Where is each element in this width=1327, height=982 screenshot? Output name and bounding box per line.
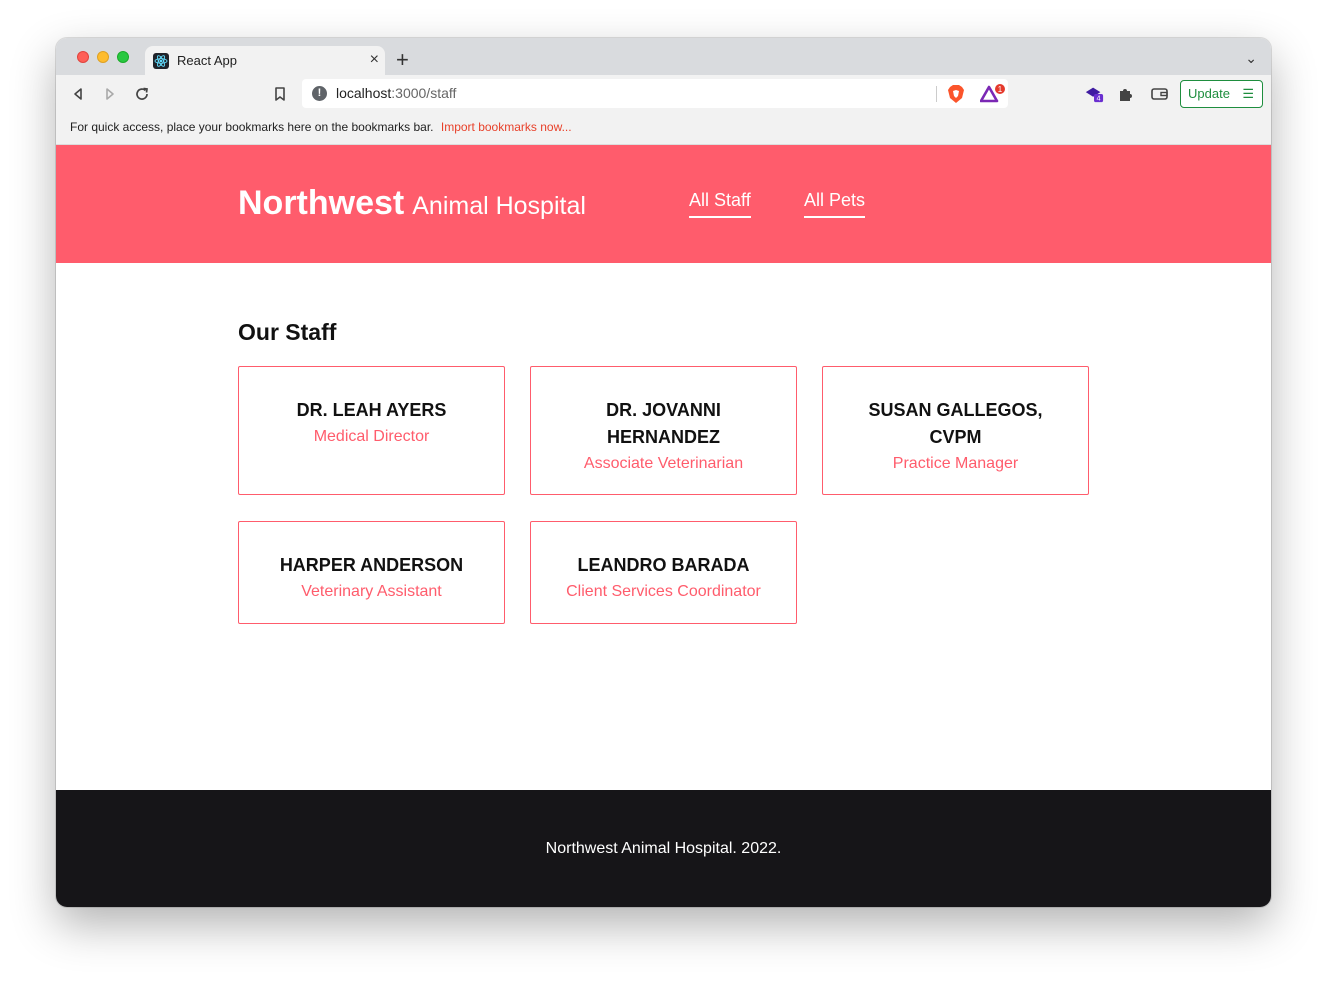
update-label: Update xyxy=(1188,86,1230,101)
staff-role: Associate Veterinarian xyxy=(583,455,744,472)
bookmark-icon[interactable] xyxy=(270,84,290,104)
minimize-window-button[interactable] xyxy=(97,51,109,63)
staff-card[interactable]: HARPER ANDERSON Veterinary Assistant xyxy=(238,521,505,624)
maximize-window-button[interactable] xyxy=(117,51,129,63)
nav-all-staff[interactable]: All Staff xyxy=(689,190,751,218)
page-title: Our Staff xyxy=(238,319,337,345)
react-logo-icon xyxy=(153,53,169,69)
new-tab-button[interactable]: + xyxy=(396,48,409,72)
staff-name: HARPER ANDERSON xyxy=(279,555,464,575)
brave-rewards-icon[interactable]: 1 xyxy=(979,84,1006,109)
staff-card[interactable]: DR. LEAH AYERS Medical Director xyxy=(238,366,505,495)
tab-strip: React App × + ⌄ xyxy=(56,38,1271,75)
staff-role: Veterinary Assistant xyxy=(301,583,442,600)
omnibox-divider xyxy=(936,86,937,102)
url-text: localhost:3000/staff xyxy=(336,85,456,101)
close-window-button[interactable] xyxy=(77,51,89,63)
nav-all-pets[interactable]: All Pets xyxy=(804,190,866,218)
staff-card[interactable]: SUSAN GALLEGOS, CVPM Practice Manager xyxy=(822,366,1089,495)
rewards-badge: 1 xyxy=(998,85,1003,94)
staff-name: LEANDRO BARADA xyxy=(577,555,750,575)
wallet-crypto-icon[interactable]: 4 xyxy=(1084,84,1104,104)
wallet-badge: 4 xyxy=(1097,93,1101,102)
site-footer: Northwest Animal Hospital. 2022. xyxy=(56,790,1271,907)
import-bookmarks-link[interactable]: Import bookmarks now... xyxy=(441,120,572,134)
address-bar[interactable]: ! localhost:3000/staff 1 xyxy=(302,79,1008,108)
brand-subtitle: Animal Hospital xyxy=(412,192,586,220)
staff-role: Client Services Coordinator xyxy=(566,583,761,600)
staff-name: SUSAN GALLEGOS, CVPM xyxy=(868,400,1043,447)
web-page: Northwest Animal Hospital All Staff All P… xyxy=(56,145,1271,907)
staff-card[interactable]: DR. JOVANNI HERNANDEZ Associate Veterina… xyxy=(530,366,797,495)
staff-card[interactable]: LEANDRO BARADA Client Services Coordinat… xyxy=(530,521,797,624)
update-button[interactable]: Update ☰ xyxy=(1180,80,1263,108)
bookmarks-hint: For quick access, place your bookmarks h… xyxy=(70,120,434,134)
brand-name: Northwest xyxy=(238,184,405,222)
staff-role: Practice Manager xyxy=(892,455,1019,472)
site-info-icon[interactable]: ! xyxy=(312,86,327,101)
staff-name: DR. JOVANNI HERNANDEZ xyxy=(606,400,721,447)
wallet-icon[interactable] xyxy=(1150,84,1170,104)
browser-toolbar: ! localhost:3000/staff 1 4 Update ☰ xyxy=(56,75,1271,113)
site-header: Northwest Animal Hospital All Staff All P… xyxy=(56,145,1271,263)
footer-text: Northwest Animal Hospital. 2022. xyxy=(545,840,782,857)
url-path: :3000/staff xyxy=(391,85,457,101)
tab-react-app[interactable]: React App × xyxy=(145,46,385,75)
forward-icon[interactable] xyxy=(100,84,120,104)
back-icon[interactable] xyxy=(68,84,88,104)
extensions-puzzle-icon[interactable] xyxy=(1116,84,1136,104)
bookmarks-bar: For quick access, place your bookmarks h… xyxy=(56,113,1271,145)
url-host: localhost xyxy=(336,85,392,101)
brave-shields-icon[interactable] xyxy=(947,84,965,109)
menu-icon: ☰ xyxy=(1242,86,1254,101)
main-content: Our Staff DR. LEAH AYERS Medical Directo… xyxy=(56,263,1271,790)
reload-icon[interactable] xyxy=(132,84,152,104)
tab-close-icon[interactable]: × xyxy=(370,50,379,70)
site-logo[interactable]: Northwest Animal Hospital xyxy=(238,184,586,223)
browser-window: React App × + ⌄ ! localhost:3000/staff 1 xyxy=(56,38,1271,907)
tab-title: React App xyxy=(177,53,237,68)
staff-role: Medical Director xyxy=(313,428,430,445)
staff-name: DR. LEAH AYERS xyxy=(296,400,447,420)
tab-search-chevron-icon[interactable]: ⌄ xyxy=(1245,50,1257,67)
